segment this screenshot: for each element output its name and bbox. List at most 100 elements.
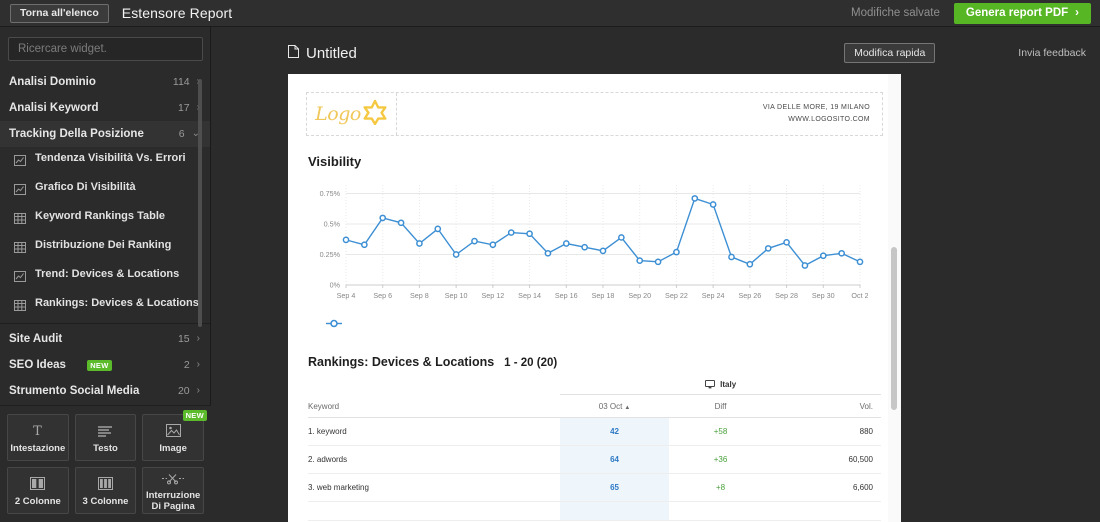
- line-chart-icon: [14, 269, 27, 287]
- widget-tile-interruzione-di-pagina[interactable]: Interruzione Di Pagina: [142, 467, 204, 514]
- data-point: [636, 257, 644, 264]
- table-row[interactable]: 2. adwords 64 +36 60,500: [308, 445, 881, 474]
- paper-scrollbar-track[interactable]: [888, 74, 901, 522]
- search-widget-input[interactable]: [8, 37, 203, 61]
- sidebar-scrollbar-thumb[interactable]: [198, 79, 202, 327]
- letterhead-block[interactable]: Logo VIA DELLE MORE, 19 MILANO WWW.LOGOS…: [306, 92, 883, 136]
- column-header-vol[interactable]: Vol.: [772, 394, 881, 418]
- two-columns-icon: [30, 475, 46, 493]
- rankings-table-widget[interactable]: Rankings: Devices & Locations 1 - 20 (20…: [288, 333, 901, 521]
- sidebar-item-trend-devices-locations[interactable]: Trend: Devices & Locations: [0, 263, 210, 292]
- sidebar-item-tendenza-visibilita-vs-errori[interactable]: Tendenza Visibilità Vs. Errori: [0, 147, 210, 176]
- sidebar-group-analisi-dominio[interactable]: Analisi Dominio 114 ›: [0, 69, 210, 95]
- sidebar-group-count: 20: [177, 385, 190, 397]
- table-icon: [14, 240, 27, 258]
- table-icon: [14, 211, 27, 229]
- widget-tile-label: Intestazione: [10, 442, 66, 454]
- sidebar-item-distribuzione-dei-ranking[interactable]: Distribuzione Dei Ranking: [0, 234, 210, 263]
- sidebar-group-tracking-della-posizione[interactable]: Tracking Della Posizione 6 ⌄: [0, 121, 210, 147]
- sidebar-item-label: Grafico Di Visibilità: [35, 181, 136, 193]
- document-header: Untitled Modifica rapida Invia feedback: [211, 27, 1100, 63]
- sidebar-item-label: Tendenza Visibilità Vs. Errori: [35, 152, 186, 164]
- report-builder-app: Torna all'elenco Estensore Report Modifi…: [0, 0, 1100, 522]
- sidebar-item-keyword-rankings-table[interactable]: Keyword Rankings Table: [0, 205, 210, 234]
- report-canvas-area: Untitled Modifica rapida Invia feedback …: [211, 27, 1100, 522]
- data-point: [654, 258, 662, 266]
- quick-edit-button[interactable]: Modifica rapida: [844, 43, 936, 63]
- data-point: [361, 241, 368, 249]
- column-header-diff[interactable]: Diff: [668, 394, 773, 418]
- widget-tile-label: 2 Colonne: [14, 495, 61, 507]
- visibility-chart-widget[interactable]: Visibility 0% 0.25% 0.5% 0.75% Sep 4 Sep 6 Sep…: [288, 136, 901, 333]
- data-point: [342, 236, 350, 244]
- chevron-right-icon: ›: [196, 385, 200, 396]
- x-axis-tick: Sep 12: [481, 291, 504, 300]
- line-chart-icon: [14, 182, 27, 200]
- cell-position[interactable]: 65: [560, 473, 669, 502]
- widget-tile-testo[interactable]: Testo: [74, 414, 137, 461]
- y-axis-tick: 0%: [330, 281, 341, 290]
- chart-title: Visibility: [308, 154, 362, 169]
- data-point: [783, 238, 790, 246]
- data-point: [452, 251, 460, 258]
- sidebar-item-grafico-di-visibilita[interactable]: Grafico Di Visibilità: [0, 176, 210, 205]
- visibility-line-chart: 0% 0.25% 0.5% 0.75% Sep 4 Sep 6 Sep 8 Sep 10 Sep…: [320, 185, 868, 300]
- search-widget-container: [0, 27, 210, 69]
- x-axis-tick: Sep 22: [665, 291, 688, 300]
- y-axis-tick: 0.75%: [320, 189, 341, 198]
- logo-text: Logo: [315, 103, 361, 125]
- new-badge: new: [182, 410, 207, 421]
- widget-tile-intestazione[interactable]: T Intestazione: [7, 414, 69, 461]
- back-to-list-button[interactable]: Torna all'elenco: [10, 3, 109, 23]
- sidebar-group-label: Site Audit: [9, 333, 63, 345]
- scissors-page-break-icon: [162, 469, 185, 487]
- table-group-header-row: Italy: [308, 380, 881, 395]
- chevron-right-icon: ›: [196, 359, 200, 370]
- quick-edit-label: Modifica rapida: [854, 47, 926, 59]
- sidebar-group-analisi-keyword[interactable]: Analisi Keyword 17 ›: [0, 95, 210, 121]
- column-header-keyword[interactable]: Keyword: [308, 394, 561, 418]
- table-row[interactable]: [308, 501, 881, 521]
- paper-scrollbar-thumb[interactable]: [891, 247, 897, 410]
- y-axis-tick: 0.25%: [320, 250, 341, 259]
- generate-pdf-button[interactable]: Genera report PDF ›: [953, 2, 1091, 24]
- data-point: [746, 260, 754, 268]
- desktop-monitor-icon: [704, 380, 715, 391]
- cell-position[interactable]: 42: [560, 417, 669, 446]
- widget-tile-image[interactable]: new Image: [142, 410, 207, 461]
- cell-keyword: 2. adwords: [308, 445, 561, 474]
- send-feedback-link[interactable]: Invia feedback: [1018, 47, 1086, 59]
- sidebar-group-site-audit[interactable]: Site Audit 15 ›: [0, 326, 210, 352]
- data-point: [728, 253, 735, 261]
- cell-position[interactable]: 64: [560, 445, 669, 474]
- three-columns-icon: [97, 475, 113, 493]
- document-header-actions: Modifica rapida Invia feedback: [844, 43, 1086, 63]
- app-title: Estensore Report: [121, 5, 233, 21]
- page-title[interactable]: Untitled: [288, 44, 357, 62]
- table-icon: [14, 298, 27, 316]
- sidebar-group-label: Strumento Social Media: [9, 385, 140, 397]
- data-point: [709, 201, 717, 208]
- logo-placeholder[interactable]: Logo: [307, 93, 397, 135]
- table-group-header-label: Italy: [720, 380, 737, 389]
- widget-tile-3-colonne[interactable]: 3 Colonne: [74, 467, 137, 514]
- column-header-date[interactable]: 03 Oct ▲: [560, 394, 669, 418]
- widget-tile-label: Interruzione Di Pagina: [145, 490, 201, 512]
- data-point: [416, 240, 423, 247]
- sidebar-item-rankings-devices-locations[interactable]: Rankings: Devices & Locations: [0, 292, 210, 321]
- table-row[interactable]: 3. web marketing 65 +8 6,600: [308, 473, 881, 502]
- x-axis-tick: Sep 8: [410, 291, 429, 300]
- x-axis-tick: Sep 20: [628, 291, 651, 300]
- table-row[interactable]: 1. keyword 42 +58 880: [308, 417, 881, 446]
- data-point: [673, 248, 680, 256]
- widget-tile-2-colonne[interactable]: 2 Colonne: [7, 467, 69, 514]
- sidebar-group-count: 6: [178, 128, 185, 140]
- sidebar-item-label: Trend: Devices & Locations: [35, 268, 180, 280]
- sidebar-group-strumento-social-media[interactable]: Strumento Social Media 20 ›: [0, 378, 210, 404]
- text-lines-icon: [97, 422, 113, 440]
- report-paper[interactable]: Logo VIA DELLE MORE, 19 MILANO WWW.LOGOS…: [288, 74, 901, 522]
- save-status-label: Modifiche salvate: [851, 7, 940, 19]
- sidebar-group-seo-ideas[interactable]: SEO Ideas new 2 ›: [0, 352, 210, 378]
- chart-legend[interactable]: [326, 315, 881, 333]
- chevron-right-icon: ›: [196, 333, 200, 344]
